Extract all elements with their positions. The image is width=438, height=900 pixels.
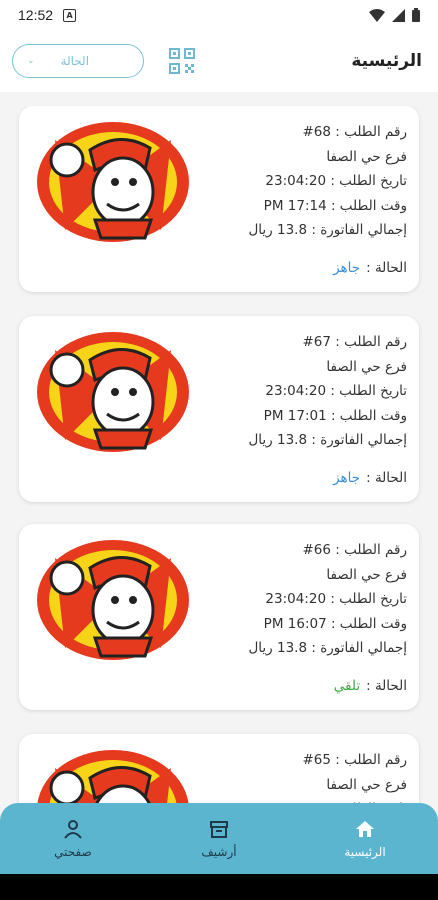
order-date: تاريخ الطلب : 23:04:20 xyxy=(265,591,407,607)
order-status-value: جاهز xyxy=(333,260,361,276)
person-icon xyxy=(64,819,82,839)
system-navigation-bar xyxy=(0,874,438,900)
restaurant-logo xyxy=(37,332,189,452)
order-time: وقت الطلب : 16:07 PM xyxy=(263,615,407,632)
nav-home[interactable]: الرئيسية xyxy=(315,819,415,859)
order-card[interactable]: رقم الطلب : 66# فرع حي الصفا تاريخ الطلب… xyxy=(19,524,419,710)
order-time: وقت الطلب : 17:01 PM xyxy=(263,407,407,424)
nav-archive[interactable]: أرشيف xyxy=(169,819,269,859)
order-card[interactable]: رقم الطلب : 65# فرع حي الصفا تاريخ الطلب… xyxy=(19,734,419,806)
bottom-navigation: صفحتي أرشيف الرئيسية xyxy=(0,803,438,874)
chevron-down-icon: ⌄ xyxy=(27,56,35,66)
nav-my-page[interactable]: صفحتي xyxy=(23,819,123,859)
order-info: رقم الطلب : 66# فرع حي الصفا تاريخ الطلب… xyxy=(249,538,408,661)
order-info: رقم الطلب : 68# فرع حي الصفا تاريخ الطلب… xyxy=(249,120,408,243)
wifi-icon xyxy=(369,8,385,22)
nav-my-page-label: صفحتي xyxy=(54,844,92,859)
order-number: رقم الطلب : 67# xyxy=(302,334,407,350)
status-filter-label: الحالة xyxy=(60,54,90,68)
order-status-value: تلقي xyxy=(333,678,361,694)
order-date: تاريخ الطلب : 23:04:20 xyxy=(265,173,407,189)
restaurant-logo xyxy=(37,750,189,806)
qr-scan-icon[interactable] xyxy=(168,47,196,75)
clock: 12:52 xyxy=(18,7,54,23)
order-total: إجمالي الفاتورة : 13.8 ريال xyxy=(248,222,408,238)
app-header: ⌄ الحالة الرئيسية xyxy=(0,30,438,92)
order-card[interactable]: رقم الطلب : 68# فرع حي الصفا تاريخ الطلب… xyxy=(19,106,419,292)
order-number: رقم الطلب : 66# xyxy=(302,542,407,558)
order-info: رقم الطلب : 67# فرع حي الصفا تاريخ الطلب… xyxy=(249,330,408,453)
restaurant-logo xyxy=(37,122,189,242)
order-total: إجمالي الفاتورة : 13.8 ريال xyxy=(248,640,408,656)
order-status: الحالة : جاهز xyxy=(333,470,407,486)
order-status: الحالة : جاهز xyxy=(333,260,407,276)
order-time: وقت الطلب : 17:14 PM xyxy=(263,197,407,214)
battery-icon xyxy=(412,8,420,22)
order-branch: فرع حي الصفا xyxy=(326,776,407,793)
archive-icon xyxy=(210,820,228,838)
notification-icon: A xyxy=(63,8,77,22)
order-status-value: جاهز xyxy=(333,470,361,486)
restaurant-logo xyxy=(37,540,189,660)
signal-icon xyxy=(392,8,405,22)
order-number: رقم الطلب : 65# xyxy=(302,752,407,768)
nav-archive-label: أرشيف xyxy=(201,844,237,859)
orders-list[interactable]: رقم الطلب : 68# فرع حي الصفا تاريخ الطلب… xyxy=(0,106,438,806)
order-branch: فرع حي الصفا xyxy=(326,358,407,375)
order-total: إجمالي الفاتورة : 13.8 ريال xyxy=(248,432,408,448)
order-card[interactable]: رقم الطلب : 67# فرع حي الصفا تاريخ الطلب… xyxy=(19,316,419,502)
status-bar: 12:52 A xyxy=(0,0,438,30)
home-icon xyxy=(356,820,374,837)
nav-home-label: الرئيسية xyxy=(344,844,386,859)
status-filter-dropdown[interactable]: ⌄ الحالة xyxy=(12,44,144,78)
order-branch: فرع حي الصفا xyxy=(326,148,407,165)
order-branch: فرع حي الصفا xyxy=(326,566,407,583)
order-number: رقم الطلب : 68# xyxy=(302,124,407,140)
order-status-label: الحالة : xyxy=(366,470,407,486)
order-status: الحالة : تلقي xyxy=(334,678,407,694)
order-status-label: الحالة : xyxy=(366,678,407,694)
order-status-label: الحالة : xyxy=(366,260,407,276)
order-info: رقم الطلب : 65# فرع حي الصفا تاريخ الطلب… xyxy=(265,748,407,806)
order-date: تاريخ الطلب : 23:04:20 xyxy=(265,383,407,399)
page-title: الرئيسية xyxy=(351,51,422,71)
